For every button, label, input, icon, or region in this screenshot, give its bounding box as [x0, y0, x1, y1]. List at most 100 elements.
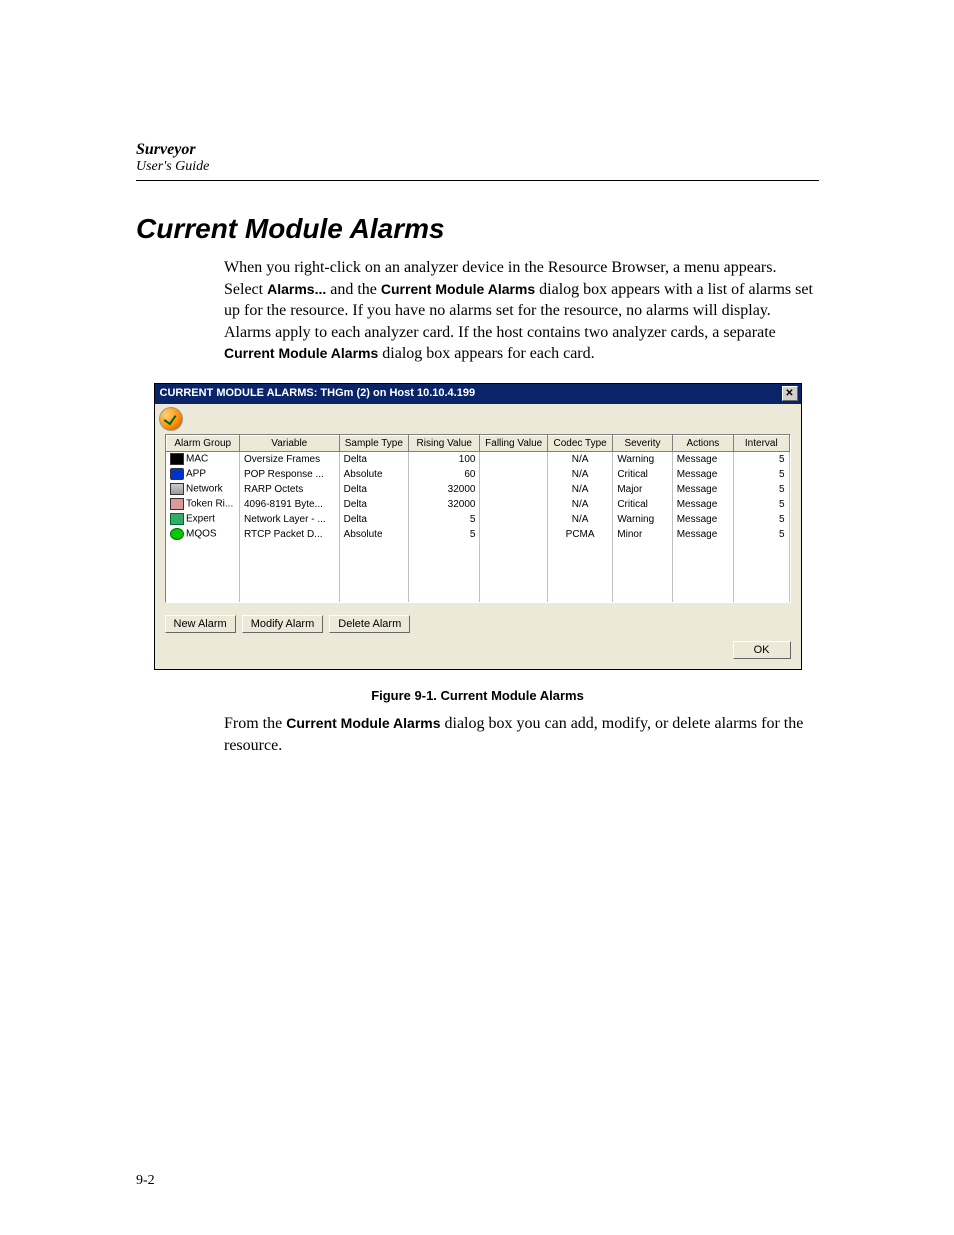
dialog-name: Current Module Alarms: [286, 715, 440, 731]
cell: Delta: [339, 451, 408, 467]
running-header: Surveyor User's Guide: [136, 140, 819, 181]
cell: 60: [409, 467, 480, 482]
doc-title: Surveyor: [136, 140, 819, 159]
table-header-row: Alarm Group Variable Sample Type Rising …: [166, 435, 789, 451]
text: and the: [330, 281, 381, 298]
cell: Expert: [186, 514, 215, 525]
col-falling[interactable]: Falling Value: [480, 435, 547, 451]
cell: Oversize Frames: [239, 451, 339, 467]
cell: 32000: [409, 482, 480, 497]
cell: Message: [672, 467, 733, 482]
cell: [480, 512, 547, 527]
clock-icon[interactable]: [159, 407, 183, 431]
table-row[interactable]: Token Ri... 4096-8191 Byte... Delta 3200…: [166, 497, 789, 512]
dialog-toolbar: [155, 404, 801, 434]
col-interval[interactable]: Interval: [734, 435, 789, 451]
col-variable[interactable]: Variable: [239, 435, 339, 451]
col-codec[interactable]: Codec Type: [547, 435, 612, 451]
cell: POP Response ...: [239, 467, 339, 482]
dialog-name: Current Module Alarms: [224, 345, 378, 361]
text: dialog box appears for each card.: [382, 345, 594, 362]
cell: MQOS: [186, 529, 217, 540]
cell: 5: [734, 482, 789, 497]
col-actions[interactable]: Actions: [672, 435, 733, 451]
cell: [480, 451, 547, 467]
table-row[interactable]: Expert Network Layer - ... Delta 5 N/A W…: [166, 512, 789, 527]
menu-alarms-label: Alarms...: [267, 281, 326, 297]
cell: Message: [672, 451, 733, 467]
col-severity[interactable]: Severity: [613, 435, 672, 451]
dialog-title: CURRENT MODULE ALARMS: THGm (2) on Host …: [160, 387, 476, 399]
cell: [480, 497, 547, 512]
cell: Message: [672, 512, 733, 527]
cell: Critical: [613, 467, 672, 482]
ok-button[interactable]: OK: [733, 641, 791, 659]
table-row: [166, 572, 789, 587]
table-row: [166, 587, 789, 602]
alarms-table: Alarm Group Variable Sample Type Rising …: [166, 435, 790, 602]
cell: Delta: [339, 497, 408, 512]
token-ring-icon: [170, 498, 184, 510]
new-alarm-button[interactable]: New Alarm: [165, 615, 236, 633]
table-row[interactable]: MQOS RTCP Packet D... Absolute 5 PCMA Mi…: [166, 527, 789, 542]
table-row: [166, 542, 789, 557]
cell: Minor: [613, 527, 672, 542]
intro-paragraph: When you right-click on an analyzer devi…: [224, 257, 819, 365]
section-heading: Current Module Alarms: [136, 213, 819, 245]
dialog-button-row: New Alarm Modify Alarm Delete Alarm: [155, 615, 801, 641]
cell: Message: [672, 482, 733, 497]
cell: 5: [734, 527, 789, 542]
text: From the: [224, 715, 286, 732]
col-sample-type[interactable]: Sample Type: [339, 435, 408, 451]
cell: Delta: [339, 512, 408, 527]
cell: 5: [734, 451, 789, 467]
delete-alarm-button[interactable]: Delete Alarm: [329, 615, 410, 633]
cell: Absolute: [339, 527, 408, 542]
cell: N/A: [547, 451, 612, 467]
cell: Network: [186, 484, 223, 495]
cell: N/A: [547, 482, 612, 497]
modify-alarm-button[interactable]: Modify Alarm: [242, 615, 324, 633]
close-icon[interactable]: ✕: [782, 386, 798, 401]
app-icon: [170, 468, 184, 480]
page-number: 9-2: [136, 1173, 155, 1189]
cell: 5: [734, 497, 789, 512]
cell: 100: [409, 451, 480, 467]
cell: [480, 482, 547, 497]
current-module-alarms-dialog: CURRENT MODULE ALARMS: THGm (2) on Host …: [154, 383, 802, 670]
dialog-name: Current Module Alarms: [381, 281, 535, 297]
cell: 5: [409, 512, 480, 527]
col-rising[interactable]: Rising Value: [409, 435, 480, 451]
cell: N/A: [547, 512, 612, 527]
cell: Token Ri...: [186, 499, 233, 510]
cell: RARP Octets: [239, 482, 339, 497]
mac-icon: [170, 453, 184, 465]
cell: Message: [672, 497, 733, 512]
cell: [480, 467, 547, 482]
col-alarm-group[interactable]: Alarm Group: [166, 435, 239, 451]
cell: N/A: [547, 467, 612, 482]
table-row[interactable]: Network RARP Octets Delta 32000 N/A Majo…: [166, 482, 789, 497]
cell: 5: [734, 512, 789, 527]
figure-caption: Figure 9-1. Current Module Alarms: [136, 688, 819, 703]
dialog-titlebar[interactable]: CURRENT MODULE ALARMS: THGm (2) on Host …: [155, 384, 801, 404]
cell: 4096-8191 Byte...: [239, 497, 339, 512]
outro-paragraph: From the Current Module Alarms dialog bo…: [224, 713, 819, 756]
cell: MAC: [186, 454, 208, 465]
cell: PCMA: [547, 527, 612, 542]
table-row: [166, 557, 789, 572]
cell: 32000: [409, 497, 480, 512]
table-row[interactable]: MAC Oversize Frames Delta 100 N/A Warnin…: [166, 451, 789, 467]
cell: Absolute: [339, 467, 408, 482]
cell: RTCP Packet D...: [239, 527, 339, 542]
cell: 5: [409, 527, 480, 542]
cell: APP: [186, 469, 206, 480]
table-row[interactable]: APP POP Response ... Absolute 60 N/A Cri…: [166, 467, 789, 482]
cell: Warning: [613, 451, 672, 467]
cell: [480, 527, 547, 542]
cell: Message: [672, 527, 733, 542]
network-icon: [170, 483, 184, 495]
expert-icon: [170, 513, 184, 525]
mqos-icon: [170, 528, 184, 540]
cell: 5: [734, 467, 789, 482]
